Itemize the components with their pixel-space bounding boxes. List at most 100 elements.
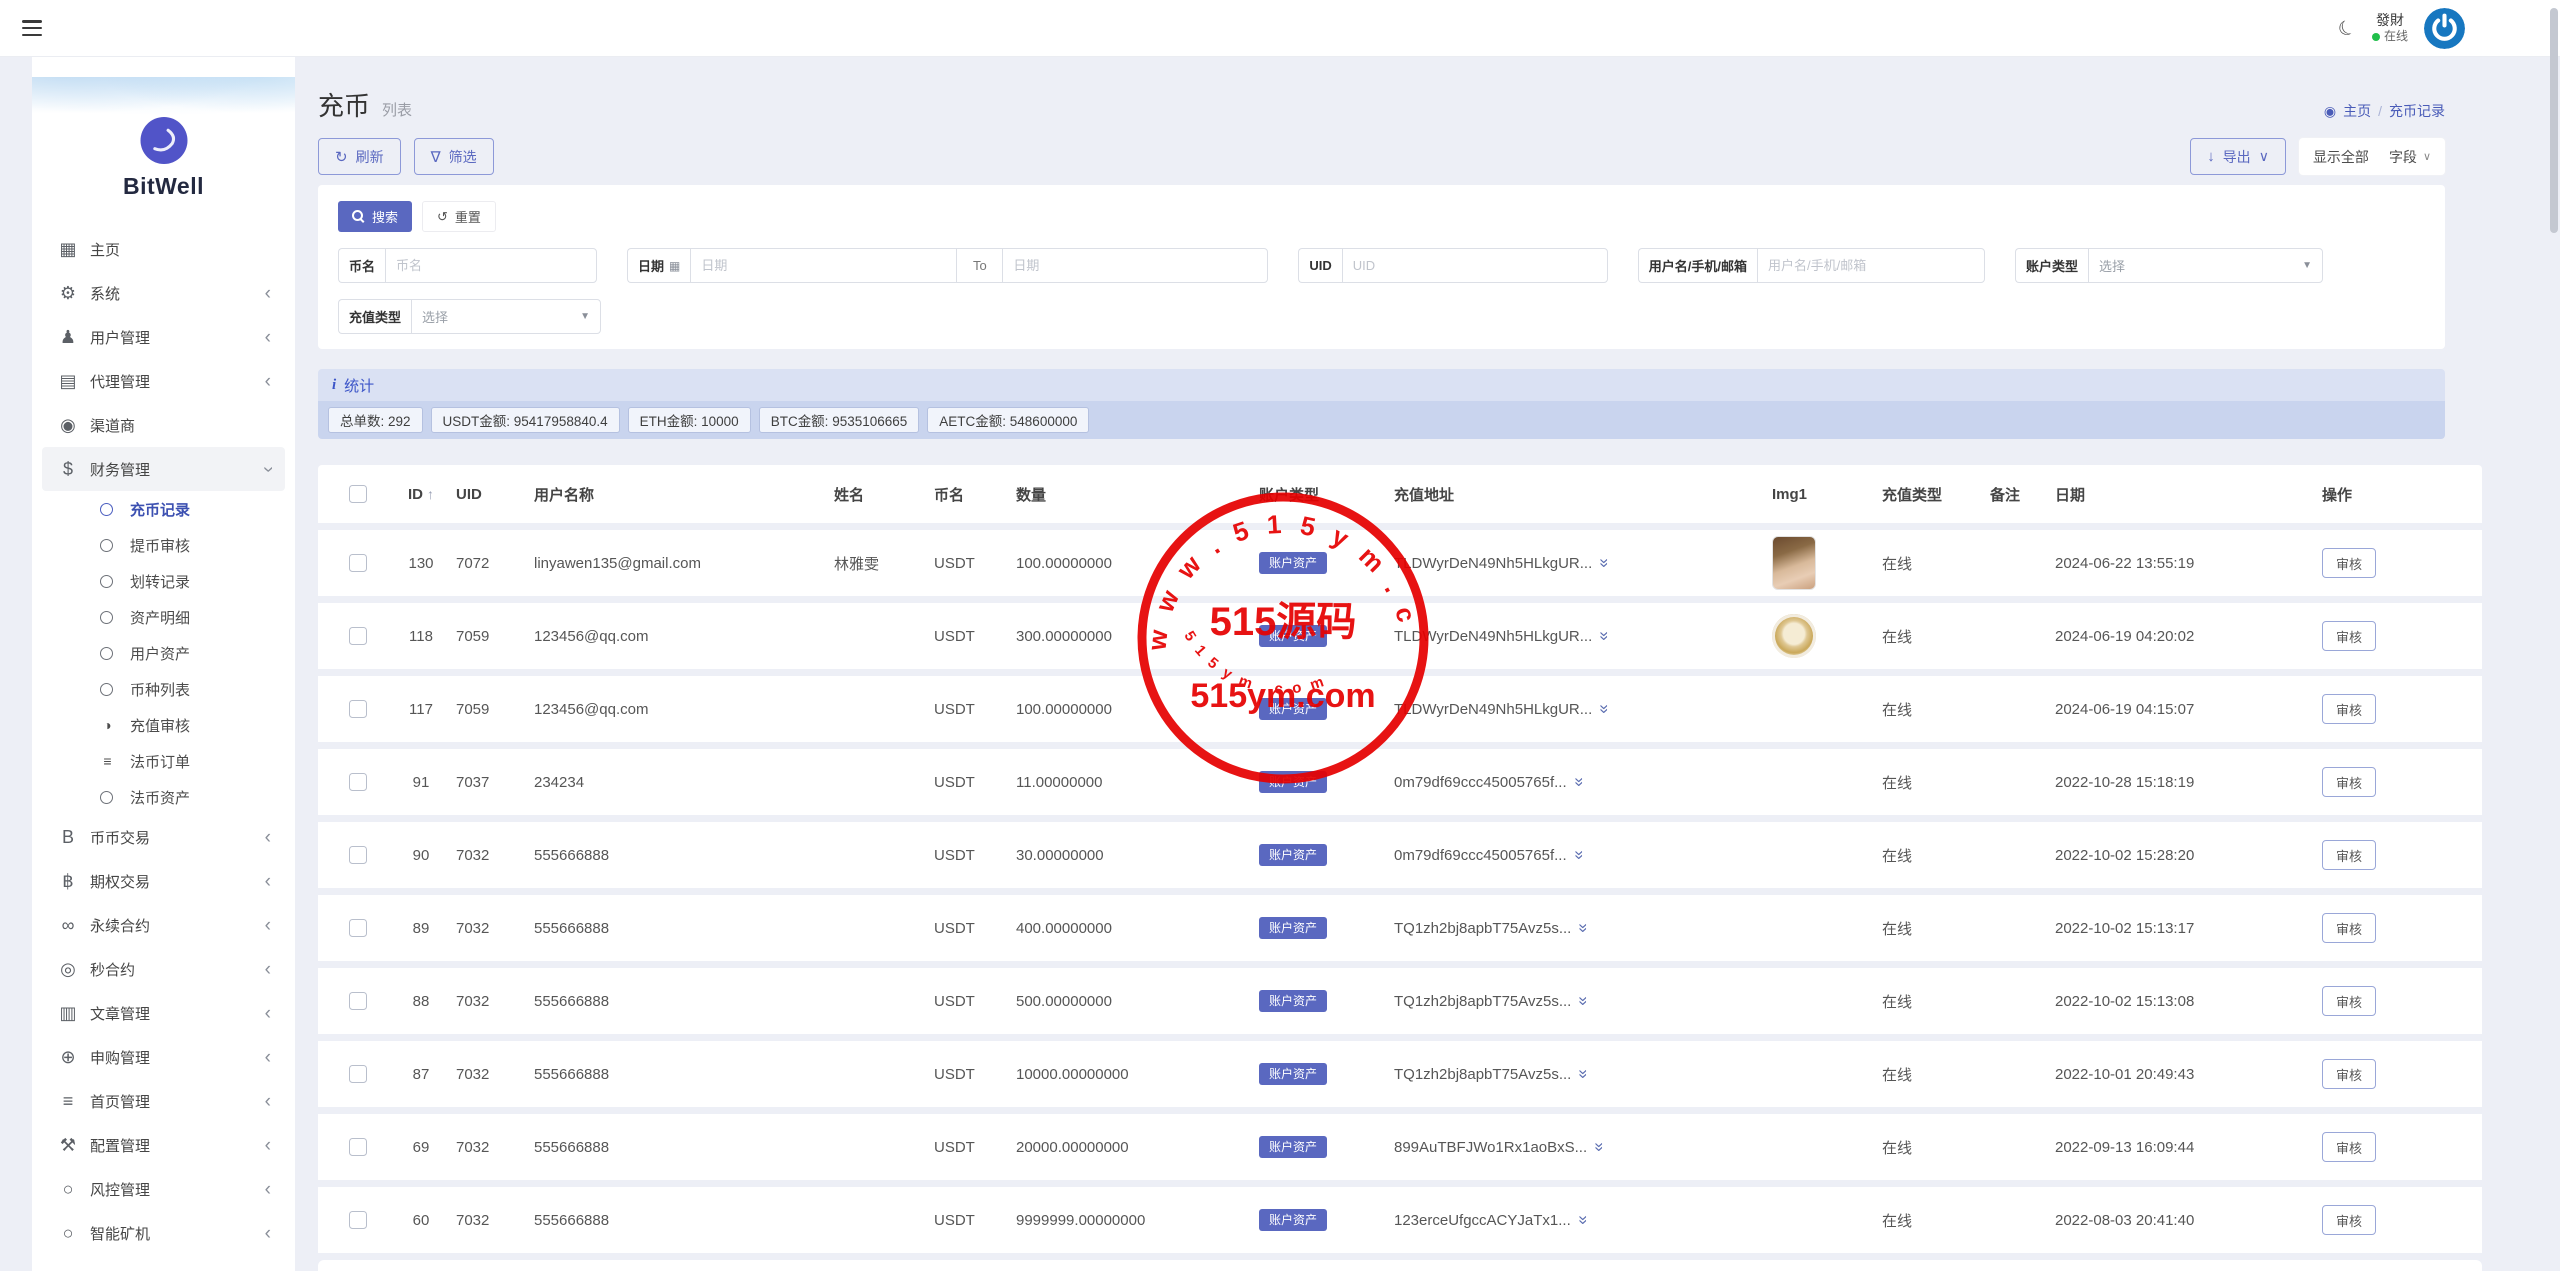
- row-checkbox[interactable]: [349, 627, 367, 645]
- row-checkbox[interactable]: [349, 1211, 367, 1229]
- review-button[interactable]: 审核: [2322, 548, 2376, 578]
- search-button[interactable]: 搜索: [338, 201, 412, 232]
- online-status: 在线: [2384, 29, 2408, 44]
- cell-amount: 400.00000000: [1016, 920, 1259, 937]
- online-dot: [2372, 33, 2380, 41]
- row-checkbox[interactable]: [349, 992, 367, 1010]
- address-expand-icon[interactable]: »: [1595, 704, 1615, 713]
- row-checkbox[interactable]: [349, 1138, 367, 1156]
- sidebar-item-16[interactable]: ฿期权交易‹: [32, 859, 295, 903]
- sidebar-item-17[interactable]: ∞永续合约‹: [32, 903, 295, 947]
- sidebar-subitem-9[interactable]: 资产明细: [32, 599, 295, 635]
- username: 發財: [2376, 12, 2404, 30]
- review-button[interactable]: 审核: [2322, 913, 2376, 943]
- sidebar-item-21[interactable]: ≡首页管理‹: [32, 1079, 295, 1123]
- address-expand-icon[interactable]: »: [1574, 1069, 1594, 1078]
- user-input[interactable]: [1757, 248, 1985, 283]
- cell-value-username: 555666888: [534, 1212, 609, 1229]
- sidebar-item-24[interactable]: ○智能矿机‹: [32, 1211, 295, 1255]
- sidebar-item-0[interactable]: ▦主页: [32, 227, 295, 271]
- cell-value-uid: 7059: [456, 701, 489, 718]
- cell-date: 2024-06-19 04:15:07: [2055, 701, 2322, 718]
- sidebar-item-19[interactable]: ▥文章管理‹: [32, 991, 295, 1035]
- review-button[interactable]: 审核: [2322, 1132, 2376, 1162]
- sidebar-subitem-6[interactable]: 充币记录: [32, 491, 295, 527]
- stat-badge: ETH金额: 10000: [628, 407, 751, 433]
- row-checkbox[interactable]: [349, 773, 367, 791]
- menu-toggle-icon[interactable]: [22, 20, 42, 36]
- cell-check: [330, 554, 386, 572]
- export-button[interactable]: ↓ 导出 ∨: [2190, 138, 2286, 175]
- sidebar-item-label: 系统: [90, 283, 120, 304]
- address-expand-icon[interactable]: »: [1574, 923, 1594, 932]
- review-button[interactable]: 审核: [2322, 767, 2376, 797]
- review-button[interactable]: 审核: [2322, 986, 2376, 1016]
- header-cell-uid: UID: [456, 486, 534, 503]
- recharge-type-select[interactable]: 选择 ▼: [411, 299, 601, 334]
- row-checkbox[interactable]: [349, 700, 367, 718]
- breadcrumb-home[interactable]: 主页: [2343, 101, 2371, 121]
- sidebar-item-1[interactable]: ⚙系统‹: [32, 271, 295, 315]
- sidebar-item-18[interactable]: ◎秒合约‹: [32, 947, 295, 991]
- sidebar-subitem-11[interactable]: 币种列表: [32, 671, 295, 707]
- sidebar-subitem-12[interactable]: ◑充值审核: [32, 707, 295, 743]
- row-checkbox[interactable]: [349, 919, 367, 937]
- dark-mode-icon[interactable]: ☾: [2334, 13, 2361, 43]
- address-expand-icon[interactable]: »: [1595, 558, 1615, 567]
- cell-address: TLDWyrDeN49Nh5HLkgUR...»: [1394, 626, 1772, 646]
- address-expand-icon[interactable]: »: [1569, 850, 1589, 859]
- address-expand-icon[interactable]: »: [1595, 631, 1615, 640]
- cell-address: TQ1zh2bj8apbT75Avz5s...»: [1394, 1064, 1772, 1084]
- refresh-button[interactable]: ↻ 刷新: [318, 138, 401, 175]
- avatar[interactable]: [2424, 8, 2465, 49]
- user-info[interactable]: 發財 在线: [2372, 12, 2408, 45]
- sidebar-item-5[interactable]: $财务管理‹: [42, 447, 285, 491]
- uid-input[interactable]: [1342, 248, 1608, 283]
- sidebar-subitem-14[interactable]: 法币资产: [32, 779, 295, 815]
- address-expand-icon[interactable]: »: [1573, 1215, 1593, 1224]
- receipt-coin-thumbnail[interactable]: [1772, 614, 1816, 658]
- page-scrollbar[interactable]: [2550, 8, 2558, 233]
- filter-button[interactable]: ∇ 筛选: [414, 138, 494, 175]
- sort-asc-icon[interactable]: ↑: [427, 486, 434, 502]
- fields-dropdown[interactable]: 显示全部 字段 ∨: [2299, 138, 2445, 175]
- row-checkbox[interactable]: [349, 1065, 367, 1083]
- review-button[interactable]: 审核: [2322, 621, 2376, 651]
- cell-value-amount: 300.00000000: [1016, 628, 1112, 645]
- date-to-input[interactable]: [1002, 248, 1268, 283]
- sidebar-item-23[interactable]: ○风控管理‹: [32, 1167, 295, 1211]
- sidebar-item-15[interactable]: B币币交易‹: [32, 815, 295, 859]
- sidebar-subitem-10[interactable]: 用户资产: [32, 635, 295, 671]
- sidebar-subitem-7[interactable]: 提币审核: [32, 527, 295, 563]
- dollar-icon: $: [56, 459, 80, 480]
- sidebar-item-22[interactable]: ⚒配置管理‹: [32, 1123, 295, 1167]
- reset-button[interactable]: ↺ 重置: [422, 201, 496, 232]
- address-expand-icon[interactable]: »: [1590, 1142, 1610, 1151]
- cell-value-username: 555666888: [534, 993, 609, 1010]
- receipt-photo-thumbnail[interactable]: [1772, 536, 1816, 590]
- date-from-input[interactable]: [690, 248, 956, 283]
- review-button[interactable]: 审核: [2322, 840, 2376, 870]
- sidebar-subitem-13[interactable]: ≡法币订单: [32, 743, 295, 779]
- table-row: 1177059123456@qq.comUSDT100.00000000账户资产…: [318, 676, 2482, 742]
- coin-input[interactable]: [385, 248, 597, 283]
- row-checkbox[interactable]: [349, 554, 367, 572]
- cell-value-date: 2024-06-19 04:15:07: [2055, 701, 2194, 718]
- address-expand-icon[interactable]: »: [1574, 996, 1594, 1005]
- sidebar-item-20[interactable]: ⊕申购管理‹: [32, 1035, 295, 1079]
- cell-username: 555666888: [534, 1066, 834, 1083]
- sidebar-item-3[interactable]: ▤代理管理‹: [32, 359, 295, 403]
- review-button[interactable]: 审核: [2322, 1059, 2376, 1089]
- address-expand-icon[interactable]: »: [1569, 777, 1589, 786]
- review-button[interactable]: 审核: [2322, 694, 2376, 724]
- cell-value-uid: 7032: [456, 1066, 489, 1083]
- header-cell-id[interactable]: ID↑: [386, 486, 456, 503]
- select-all-checkbox[interactable]: [349, 485, 367, 503]
- account-type-select[interactable]: 选择 ▼: [2088, 248, 2323, 283]
- row-checkbox[interactable]: [349, 846, 367, 864]
- cell-value-amount: 9999999.00000000: [1016, 1212, 1145, 1229]
- sidebar-item-2[interactable]: ♟用户管理‹: [32, 315, 295, 359]
- sidebar-item-4[interactable]: ◉渠道商: [32, 403, 295, 447]
- sidebar-subitem-8[interactable]: 划转记录: [32, 563, 295, 599]
- review-button[interactable]: 审核: [2322, 1205, 2376, 1235]
